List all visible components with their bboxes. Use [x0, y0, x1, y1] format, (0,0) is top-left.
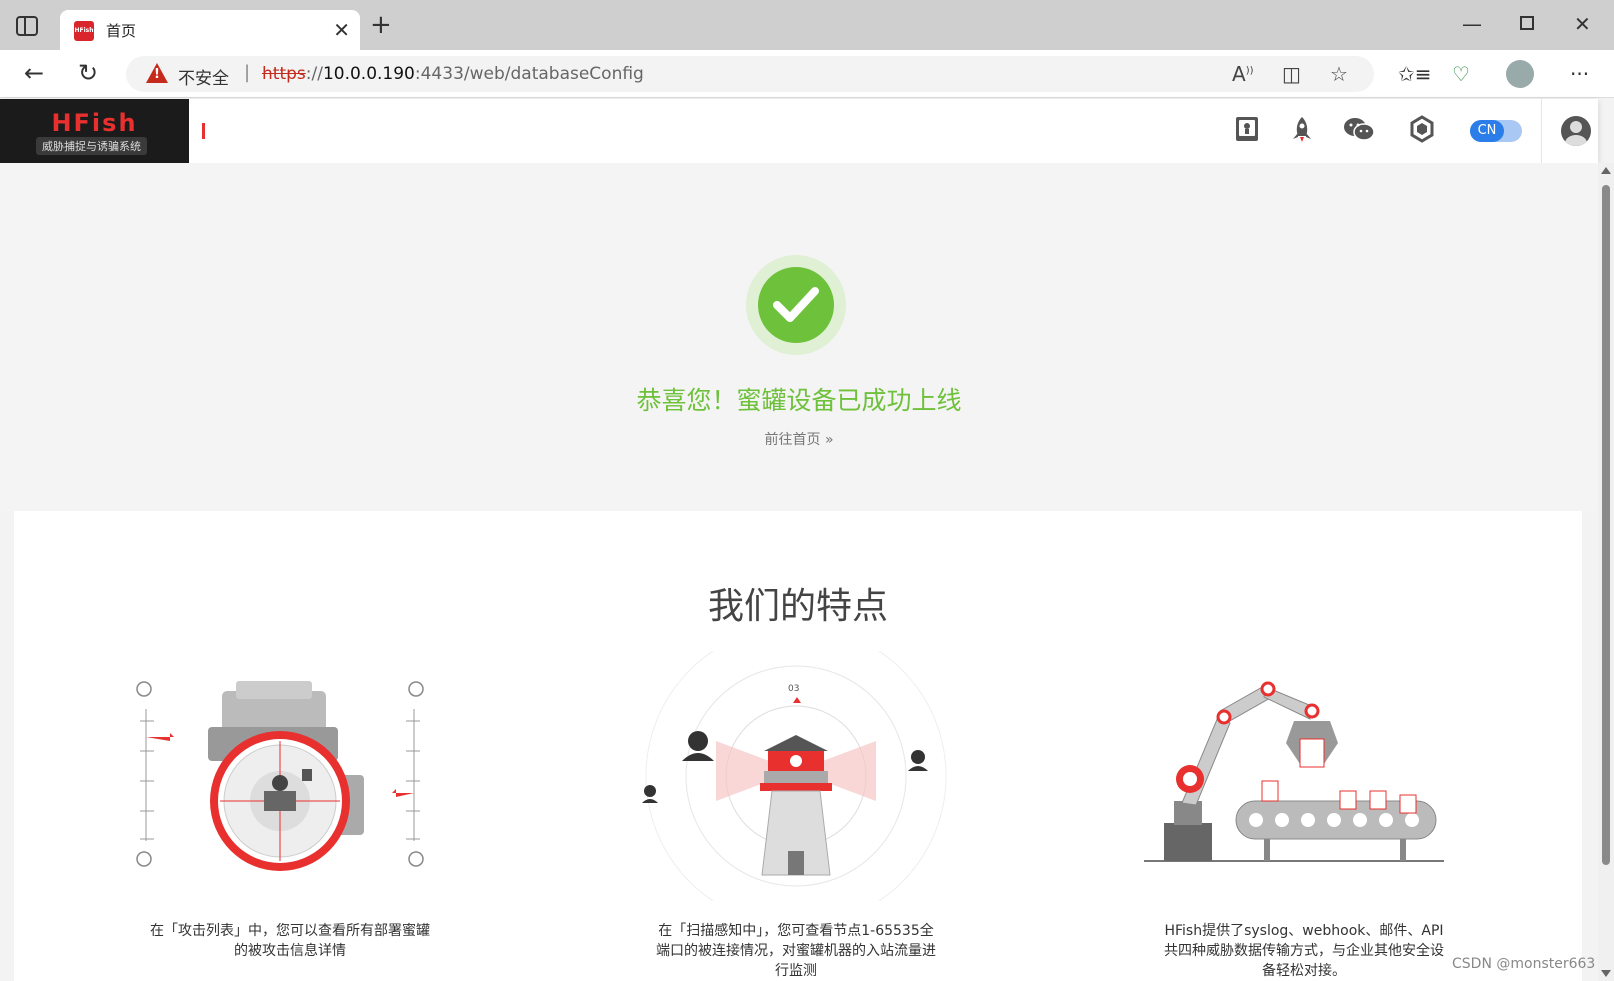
feature-card: 03 在「扫描感知中」，您可查看节点1-65535全端口的被连接情况，对蜜罐机器…: [636, 625, 956, 981]
back-icon[interactable]: ←: [24, 59, 44, 87]
features-section: 我们的特点 在「攻击列表」中，您可以查看所有部署蜜罐的被攻击信息详情 03 在「…: [14, 511, 1582, 981]
split-screen-icon[interactable]: ◫: [1282, 62, 1301, 86]
features-title: 我们的特点: [707, 586, 888, 627]
favicon: HFish: [74, 21, 94, 41]
header-divider: [1541, 99, 1542, 163]
success-title: 恭喜您！蜜罐设备已成功上线: [636, 386, 962, 415]
browser-tab-bar: HFish 首页 ✕ + — ✕: [0, 0, 1614, 50]
docs-icon[interactable]: [1233, 115, 1261, 143]
app-header: HFish 威胁捕捉与诱骗系统 CN: [0, 99, 1598, 163]
nav-indicator: [202, 123, 205, 139]
url-separator: ://: [305, 64, 323, 84]
new-tab-icon[interactable]: +: [370, 12, 392, 38]
language-label: CN: [1470, 120, 1504, 142]
browser-tab[interactable]: HFish 首页 ✕: [60, 10, 360, 50]
logo-name: HFish: [51, 109, 138, 137]
security-label[interactable]: 不安全: [178, 64, 229, 89]
scroll-thumb[interactable]: [1602, 185, 1610, 865]
scroll-down-icon[interactable]: [1601, 970, 1611, 977]
close-icon[interactable]: ✕: [333, 18, 350, 42]
tab-title: 首页: [106, 22, 137, 40]
feature-text: 在「扫描感知中」，您可查看节点1-65535全端口的被连接情况，对蜜罐机器的入站…: [656, 923, 936, 979]
rocket-icon[interactable]: [1288, 115, 1316, 143]
window-close-icon[interactable]: ✕: [1574, 12, 1591, 36]
url-host: 10.0.0.190: [322, 64, 415, 84]
url-text[interactable]: https://10.0.0.190:4433/web/databaseConf…: [262, 64, 644, 84]
maximize-icon[interactable]: [1520, 16, 1534, 30]
more-icon[interactable]: ···: [1570, 62, 1589, 86]
watch-tower-illustration: 03: [636, 625, 956, 927]
success-check-icon: [746, 255, 846, 355]
feature-text: 在「攻击列表」中，您可以查看所有部署蜜罐的被攻击信息详情: [150, 923, 430, 959]
refresh-icon[interactable]: ↻: [78, 59, 98, 87]
wechat-icon[interactable]: [1343, 115, 1375, 143]
url-input[interactable]: 不安全 | https://10.0.0.190:4433/web/databa…: [126, 56, 1374, 92]
feature-text: HFish提供了syslog、webhook、邮件、API共四种威胁数据传输方式…: [1164, 923, 1444, 979]
feature-card: HFish提供了syslog、webhook、邮件、API共四种威胁数据传输方式…: [1144, 651, 1464, 981]
address-bar: ← ↻ 不安全 | https://10.0.0.190:4433/web/da…: [0, 50, 1614, 98]
hexagon-icon[interactable]: [1408, 115, 1436, 143]
double-chevron-icon: »: [824, 432, 834, 448]
logo-subtitle: 威胁捕捉与诱骗系统: [36, 137, 147, 155]
favorites-icon[interactable]: ✩≡: [1398, 62, 1432, 86]
url-protocol: https: [262, 64, 306, 84]
minimize-icon[interactable]: —: [1462, 12, 1482, 36]
avatar-icon[interactable]: [1561, 116, 1591, 146]
watermark: CSDN @monster663: [1452, 956, 1596, 972]
language-toggle[interactable]: CN: [1470, 120, 1522, 142]
success-section: 恭喜您！蜜罐设备已成功上线 前往首页 »: [0, 163, 1598, 511]
url-path: :4433/web/databaseConfig: [414, 64, 644, 84]
url-divider: |: [244, 62, 251, 83]
favorite-icon[interactable]: ☆: [1330, 62, 1348, 86]
scrollbar[interactable]: [1598, 163, 1614, 981]
goto-home-label: 前往首页: [764, 432, 821, 448]
camera-lens-illustration: [130, 651, 450, 901]
robot-arm-illustration: [1144, 651, 1464, 901]
profile-icon[interactable]: [1506, 60, 1534, 88]
tab-actions-icon[interactable]: [16, 16, 38, 36]
health-icon[interactable]: ♡: [1452, 62, 1470, 86]
feature-card: 在「攻击列表」中，您可以查看所有部署蜜罐的被攻击信息详情: [130, 651, 450, 961]
goto-home-link[interactable]: 前往首页 »: [0, 429, 1598, 449]
warning-icon[interactable]: [146, 63, 168, 83]
scroll-up-icon[interactable]: [1601, 167, 1611, 174]
logo[interactable]: HFish 威胁捕捉与诱骗系统: [0, 99, 189, 163]
read-aloud-icon[interactable]: A)): [1232, 62, 1254, 86]
svg-text:03: 03: [788, 684, 799, 694]
